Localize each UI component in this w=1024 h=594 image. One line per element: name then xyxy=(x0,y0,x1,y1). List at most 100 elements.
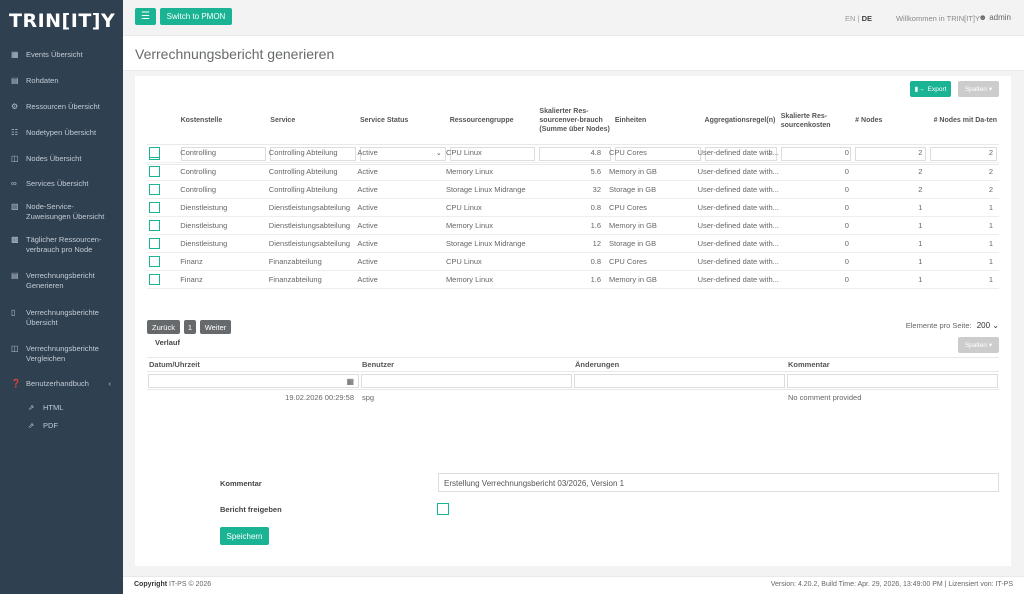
history-columns-button[interactable]: Spalten ▾ xyxy=(958,337,999,353)
table-row[interactable]: Finanz Finanzabteilung Active CPU Linux 0.8 C… xyxy=(147,252,999,271)
row-checkbox[interactable] xyxy=(149,201,160,213)
prev-page-button[interactable]: Zurück xyxy=(147,320,180,334)
table-cell: Active xyxy=(355,162,444,181)
table-cell: User-defined date with... xyxy=(695,180,782,199)
col-nodes[interactable]: # Nodes xyxy=(853,98,928,145)
row-checkbox[interactable] xyxy=(149,237,160,249)
sidebar-item-ressourcen[interactable]: ⚙ Ressourcen Übersicht xyxy=(0,94,123,120)
table-cell: 2 xyxy=(928,180,999,199)
logo[interactable]: TRIN[IT]Y xyxy=(0,0,123,42)
table-cell: Dienstleistung xyxy=(178,198,267,217)
select-all-header xyxy=(147,98,179,145)
table-cell: 2 xyxy=(854,162,929,181)
sidebar-nav: ▦ Events Übersicht ▤ Rohdaten ⚙ Ressourcen … xyxy=(0,42,123,434)
user-menu[interactable]: ☻ admin xyxy=(979,13,1011,22)
release-checkbox[interactable] xyxy=(437,503,449,515)
table-cell: 12 xyxy=(532,234,607,253)
table-cell: Storage in GB xyxy=(607,234,696,253)
sidebar-item-benutzerhandbuch[interactable]: ❓ Benutzerhandbuch ‹ xyxy=(0,376,123,398)
sidebar-item-taeglich[interactable]: ▩ Täglicher Ressourcen-verbrauch pro Node xyxy=(0,231,123,267)
col-ressourcengruppe[interactable]: Ressourcengruppe xyxy=(447,98,538,145)
columns-button[interactable]: Spalten ▾ xyxy=(958,81,999,97)
col-datum[interactable]: Datum/Uhrzeit xyxy=(147,357,360,372)
report-icon: ▤ xyxy=(11,271,19,280)
sidebar-subitem-pdf[interactable]: ⇗ PDF xyxy=(0,416,123,434)
page-title: Verrechnungsbericht generieren xyxy=(135,46,335,62)
col-verbrauch[interactable]: Skalierter Res-sourcenver-brauch (Summe … xyxy=(537,98,613,145)
col-nodes-daten[interactable]: # Nodes mit Da-ten xyxy=(927,98,999,145)
menu-toggle-button[interactable]: ☰ xyxy=(135,8,156,25)
table-cell: 0 xyxy=(781,234,855,253)
sidebar-item-node-service[interactable]: ▧ Node-Service-Zuweisungen Übersicht xyxy=(0,195,123,231)
table-row[interactable]: Dienstleistung Dienstleistungsabteilung Ac… xyxy=(147,216,999,235)
table-cell: Dienstleistung xyxy=(178,234,267,253)
col-kosten[interactable]: Skalierte Res-sourcenkosten xyxy=(778,98,854,145)
history-header-row: Datum/Uhrzeit Benutzer Änderungen Kommen… xyxy=(147,357,999,372)
next-page-button[interactable]: Weiter xyxy=(200,320,231,334)
col-kostenstelle[interactable]: Kostenstelle xyxy=(178,98,269,145)
filter-datum[interactable]: ▦ xyxy=(148,373,359,388)
row-checkbox[interactable] xyxy=(149,147,160,159)
sidebar-item-rohdaten[interactable]: ▤ Rohdaten xyxy=(0,68,123,94)
col-kommentar[interactable]: Kommentar xyxy=(786,357,999,372)
table-row[interactable]: Controlling Controlling Abteilung Active CP… xyxy=(147,144,999,163)
table-cell: 5.6 xyxy=(532,162,607,181)
row-checkbox[interactable] xyxy=(149,165,160,177)
table-cell: User-defined date with... xyxy=(695,216,782,235)
history-title: Verlauf xyxy=(155,338,181,347)
row-checkbox[interactable] xyxy=(149,255,160,267)
col-service-status[interactable]: Service Status xyxy=(358,98,448,145)
filter-benutzer[interactable] xyxy=(361,373,572,388)
report-table-body: Controlling Controlling Abteilung Active CP… xyxy=(147,144,999,289)
table-row[interactable]: Dienstleistung Dienstleistungsabteilung Ac… xyxy=(147,234,999,253)
sidebar-item-berichte-vergleichen[interactable]: ◫ Verrechnungsberichte Vergleichen xyxy=(0,340,123,376)
filter-kommentar[interactable] xyxy=(787,373,998,388)
sidebar-item-nodetypen[interactable]: ☷ Nodetypen Übersicht xyxy=(0,120,123,146)
sidebar-item-services[interactable]: ∞ Services Übersicht xyxy=(0,172,123,195)
save-button[interactable]: Speichern xyxy=(220,527,269,545)
footer: Copyright IT-PS © 2026 Version: 4.20.2, … xyxy=(123,576,1024,594)
switch-pmon-button[interactable]: Switch to PMON xyxy=(160,8,232,25)
table-body-scroll[interactable]: Controlling Controlling Abteilung Active CP… xyxy=(147,144,999,310)
table-cell: 1 xyxy=(928,234,999,253)
table-cell: Finanzabteilung xyxy=(266,252,356,271)
row-checkbox[interactable] xyxy=(149,273,160,285)
sidebar-item-bericht-generieren[interactable]: ▤ Verrechnungsbericht Generieren xyxy=(0,267,123,304)
chevron-down-icon: ⌄ xyxy=(992,321,999,330)
sidebar-item-events[interactable]: ▦ Events Übersicht xyxy=(0,42,123,68)
sidebar-item-berichte-uebersicht[interactable]: ▯ Verrechnungsberichte Übersicht xyxy=(0,304,123,340)
table-cell: 1 xyxy=(854,198,929,217)
col-service[interactable]: Service xyxy=(268,98,358,145)
history-table: Datum/Uhrzeit Benutzer Änderungen Kommen… xyxy=(147,357,999,406)
table-cell: User-defined date with... xyxy=(695,234,782,253)
page-1-button[interactable]: 1 xyxy=(184,320,196,334)
sidebar-subitem-html[interactable]: ⇗ HTML xyxy=(0,398,123,416)
col-einheiten[interactable]: Einheiten xyxy=(612,98,703,145)
calendar-icon[interactable]: ▦ xyxy=(346,377,354,386)
filter-aenderungen[interactable] xyxy=(574,373,785,388)
table-cell: CPU Linux xyxy=(443,198,533,217)
table-cell: 0.8 xyxy=(532,198,607,217)
col-aggregationsregel[interactable]: Aggregationsregel(n) xyxy=(702,98,779,145)
sidebar-item-nodes[interactable]: ◫ Nodes Übersicht xyxy=(0,146,123,172)
table-cell: User-defined date with... xyxy=(695,270,782,289)
table-cell: User-defined date with... xyxy=(695,162,782,181)
table-row[interactable]: Controlling Controlling Abteilung Active St… xyxy=(147,180,999,199)
table-row[interactable]: Controlling Controlling Abteilung Active Me… xyxy=(147,162,999,181)
table-cell: 2 xyxy=(928,162,999,181)
col-benutzer[interactable]: Benutzer xyxy=(360,357,573,372)
table-cell: 1 xyxy=(928,270,999,289)
lang-en[interactable]: EN xyxy=(845,14,855,23)
comment-input[interactable]: Erstellung Verrechnungsbericht 03/2026, … xyxy=(438,473,999,492)
row-checkbox[interactable] xyxy=(149,219,160,231)
row-checkbox[interactable] xyxy=(149,183,160,195)
table-cell: Controlling Abteilung xyxy=(266,180,356,199)
export-button[interactable]: ▮→ Export xyxy=(910,81,951,97)
external-link-icon: ⇗ xyxy=(28,402,35,412)
table-row[interactable]: Finanz Finanzabteilung Active Memory Linux 1… xyxy=(147,270,999,289)
col-aenderungen[interactable]: Änderungen xyxy=(573,357,786,372)
table-cell: Active xyxy=(355,144,444,163)
per-page-select[interactable]: 200 ⌄ xyxy=(977,321,999,330)
table-row[interactable]: Dienstleistung Dienstleistungsabteilung Ac… xyxy=(147,198,999,217)
lang-de[interactable]: DE xyxy=(862,14,872,23)
